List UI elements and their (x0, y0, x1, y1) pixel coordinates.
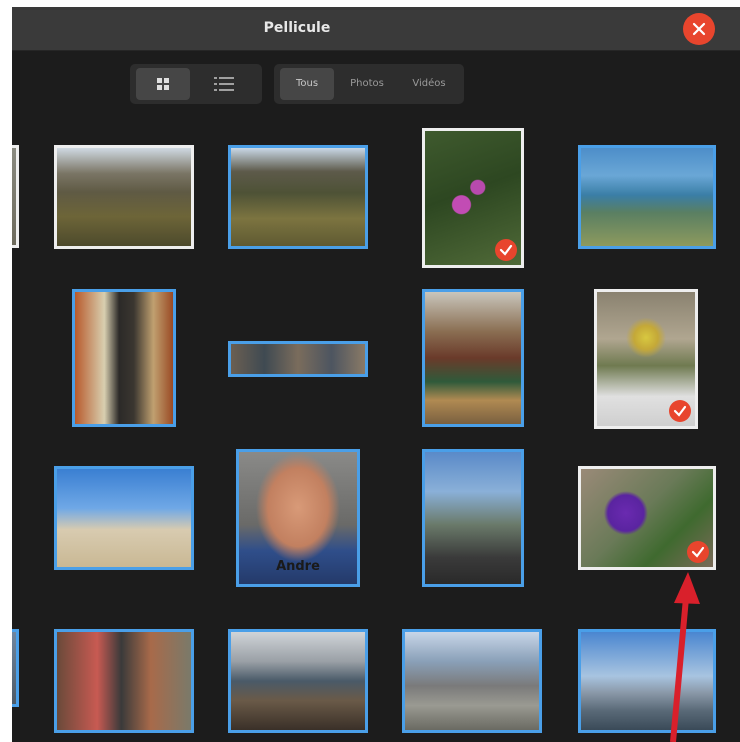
annotation-arrow (670, 572, 700, 742)
